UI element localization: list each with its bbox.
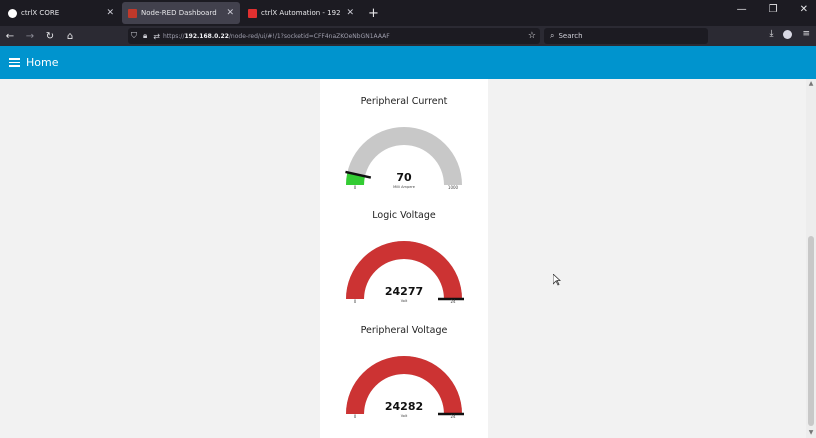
tab-title: ctrlX CORE <box>21 9 60 17</box>
window-controls: — ❐ ✕ <box>737 4 808 15</box>
gauge-value: 70 <box>396 171 412 184</box>
back-arrow-icon[interactable]: ← <box>0 31 20 42</box>
gauge-units: Volt <box>401 299 408 303</box>
download-icon[interactable]: ⤓ <box>769 29 773 39</box>
tab-node-red-dashboard[interactable]: Node-RED Dashboard ✕ <box>122 2 240 24</box>
browser-tab-strip: ctrlX CORE ✕ Node-RED Dashboard ✕ ctrlX … <box>0 0 816 26</box>
gauge-value: 24277 <box>385 285 423 298</box>
close-tab-icon[interactable]: ✕ <box>226 8 234 18</box>
close-window-icon[interactable]: ✕ <box>800 4 808 15</box>
minimize-icon[interactable]: — <box>737 4 747 15</box>
node-red-favicon-icon <box>128 8 137 18</box>
scroll-down-arrow-icon[interactable]: ▼ <box>806 428 816 438</box>
tab-ctrlx-core[interactable]: ctrlX CORE ✕ <box>2 2 120 24</box>
search-input[interactable]: ⌕ Search <box>544 28 708 44</box>
dashboard-content: Peripheral Current 70 Milli Ampere 0 1000 Lo… <box>0 79 806 438</box>
browser-nav-bar: ← → ↻ ⌂ ⛉ 🔒︎ ⇄ https://192.168.0.22/node… <box>0 26 816 46</box>
bookmark-star-icon[interactable]: ☆ <box>528 31 536 41</box>
search-placeholder: Search <box>558 32 583 40</box>
permissions-icon[interactable]: ⇄ <box>153 32 160 41</box>
home-icon[interactable]: ⌂ <box>60 31 80 42</box>
restore-icon[interactable]: ❐ <box>769 4 778 15</box>
gauge-max-label: 24 <box>450 414 456 419</box>
address-bar[interactable]: ⛉ 🔒︎ ⇄ https://192.168.0.22/node-red/ui/… <box>128 28 540 44</box>
page-title: Home <box>26 56 59 69</box>
page-scrollbar[interactable]: ▲ ▼ <box>806 79 816 438</box>
gauge-max-label: 24 <box>450 299 456 304</box>
scrollbar-thumb[interactable] <box>808 236 814 426</box>
gauge-units: Volt <box>401 414 408 418</box>
tab-title: Node-RED Dashboard <box>141 9 217 17</box>
gauge-chart: 24277Volt 0 24 <box>346 241 464 304</box>
ctrlx-favicon-icon <box>8 8 17 18</box>
tab-title: ctrlX Automation - 192.168.0.22 <box>261 9 341 17</box>
gauge-min-label: 0 <box>354 414 357 419</box>
scroll-up-arrow-icon[interactable]: ▲ <box>806 79 816 89</box>
gauge-peripheral-current: Peripheral Current 70 Milli Ampere 0 1000 <box>320 96 488 210</box>
search-icon: ⌕ <box>550 31 555 40</box>
gauge-units: Milli Ampere <box>393 185 415 189</box>
reload-icon[interactable]: ↻ <box>40 31 60 42</box>
close-tab-icon[interactable]: ✕ <box>346 8 354 18</box>
gauge-min-label: 0 <box>354 185 357 190</box>
gauge-chart: 24282Volt 0 24 <box>346 356 464 419</box>
gauge-peripheral-voltage: Peripheral Voltage 24282 Volt 0 24 <box>320 325 488 438</box>
dashboard-header: Home <box>0 46 816 79</box>
profile-avatar-icon[interactable] <box>783 29 793 39</box>
gauge-group-card: Peripheral Current 70 Milli Ampere 0 1000 Lo… <box>320 79 488 438</box>
gauge-chart: 70Milli Ampere 0 1000 <box>345 127 462 190</box>
toolbar-right: ⤓ ≡ <box>769 29 810 39</box>
gauge-logic-voltage: Logic Voltage 24277 Volt 0 24 <box>320 210 488 324</box>
lock-icon[interactable]: 🔒︎ <box>143 31 147 41</box>
menu-icon[interactable]: ≡ <box>802 29 810 39</box>
gauge-min-label: 0 <box>354 299 357 304</box>
ctrlx-automation-favicon-icon <box>248 8 257 18</box>
close-tab-icon[interactable]: ✕ <box>106 8 114 18</box>
hamburger-menu-icon[interactable] <box>9 56 20 69</box>
gauge-max-label: 1000 <box>448 185 459 190</box>
gauge-value: 24282 <box>385 400 423 413</box>
plus-icon[interactable]: + <box>368 6 379 21</box>
forward-arrow-icon[interactable]: → <box>20 31 40 42</box>
url-text: https://192.168.0.22/node-red/ui/#!/1?so… <box>162 32 390 40</box>
shield-icon[interactable]: ⛉ <box>131 31 137 41</box>
mouse-cursor-icon <box>553 274 561 286</box>
tab-ctrlx-automation[interactable]: ctrlX Automation - 192.168.0.22 ✕ <box>242 2 360 24</box>
